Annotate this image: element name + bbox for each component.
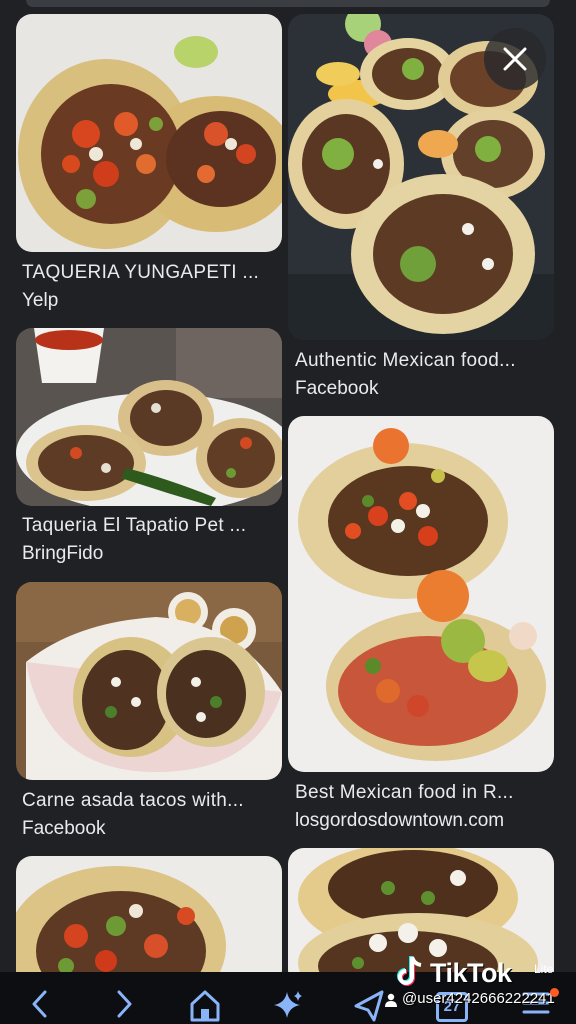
forward-icon[interactable] [114,988,136,1020]
result-source: Facebook [22,818,106,839]
result-title[interactable]: Carne asada tacos with... [22,790,244,812]
close-button[interactable] [484,28,546,90]
result-title[interactable]: Taqueria El Tapatio Pet ... [22,515,246,537]
close-icon [503,47,527,71]
result-image[interactable] [16,582,282,780]
home-icon[interactable] [188,988,222,1022]
tiktok-brand: TikTok [430,958,512,988]
tiktok-lite-label: Lite [534,962,554,976]
result-image[interactable] [16,328,282,506]
result-image[interactable] [16,14,282,252]
back-icon[interactable] [28,988,50,1020]
top-bar-edge [26,0,550,7]
share-icon[interactable] [352,988,386,1022]
result-image[interactable] [16,856,282,986]
user-icon [385,993,397,1007]
tiktok-username: @user4242666222241 [402,990,555,1007]
result-image[interactable] [288,416,554,772]
result-title[interactable]: Best Mexican food in R... [295,782,514,804]
result-source: losgordosdowntown.com [295,810,505,831]
result-source: Facebook [295,378,379,399]
notification-dot [550,988,559,997]
result-title[interactable]: TAQUERIA YUNGAPETI ... [22,262,259,284]
sparkle-icon[interactable] [270,988,304,1022]
tiktok-logo-icon [397,956,422,986]
result-title[interactable]: Authentic Mexican food... [295,350,516,372]
result-source: BringFido [22,543,104,564]
result-source: Yelp [22,290,59,311]
